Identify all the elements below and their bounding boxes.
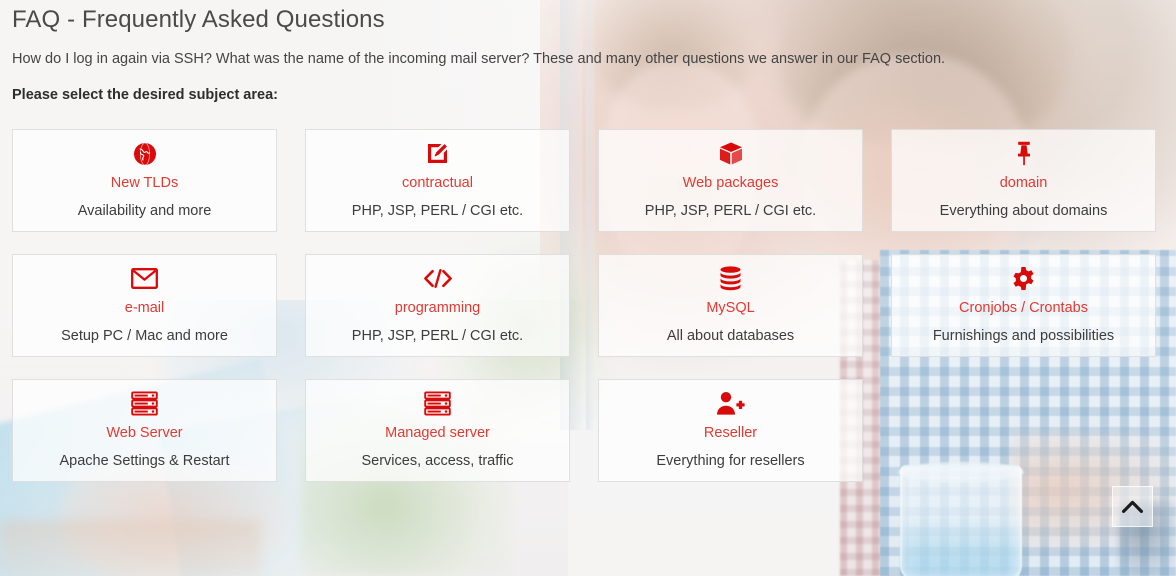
page-title: FAQ - Frequently Asked Questions [12,6,385,33]
subject-card-subtitle: Availability and more [77,203,212,220]
pencil-square-icon [425,139,450,169]
subject-card[interactable]: e-mail Setup PC / Mac and more [12,253,277,357]
globe-icon [133,139,157,169]
subject-card-subtitle: Setup PC / Mac and more [61,328,228,345]
select-subject-label: Please select the desired subject area: [12,86,278,103]
subject-card-subtitle: Apache Settings & Restart [59,453,230,470]
scroll-to-top-button[interactable] [1112,486,1153,527]
subject-card[interactable]: programming PHP, JSP, PERL / CGI etc. [305,253,570,357]
subject-card[interactable]: Web Server Apache Settings & Restart [12,378,277,482]
subject-card-subtitle: Furnishings and possibilities [932,328,1115,345]
subject-card[interactable]: contractual PHP, JSP, PERL / CGI etc. [305,128,570,232]
subject-card[interactable]: domain Everything about domains [891,128,1156,232]
subject-card-title: New TLDs [110,174,179,191]
subject-card-subtitle: All about databases [666,328,795,345]
faq-page: FAQ - Frequently Asked Questions How do … [0,0,1176,576]
subject-card-title: Web packages [682,174,779,191]
subject-card-subtitle: PHP, JSP, PERL / CGI etc. [351,328,524,345]
subject-card-title: programming [394,299,481,316]
subject-card-title: Cronjobs / Crontabs [959,299,1088,316]
subject-card-title: e-mail [124,299,165,316]
subject-card-subtitle: Everything for resellers [656,453,805,470]
subject-card[interactable]: Managed server Services, access, traffic [305,378,570,482]
gear-icon [1011,264,1036,294]
subject-card-title: Managed server [385,424,490,441]
subject-card[interactable]: Web packages PHP, JSP, PERL / CGI etc. [598,128,863,232]
subject-card[interactable]: New TLDs Availability and more [12,128,277,232]
server-icon [131,389,158,419]
subject-card[interactable]: Reseller Everything for resellers [598,378,863,482]
subject-card[interactable]: Cronjobs / Crontabs Furnishings and possi… [891,253,1156,357]
database-icon [719,264,742,294]
subject-card-title: contractual [402,174,473,191]
user-plus-icon [716,389,745,419]
subject-card-subtitle: Everything about domains [939,203,1108,220]
subject-card-subtitle: PHP, JSP, PERL / CGI etc. [644,203,817,220]
code-tags-icon [423,264,453,294]
subject-card-title: Web Server [106,424,183,441]
subject-card[interactable]: MySQL All about databases [598,253,863,357]
subject-card-title: MySQL [706,299,755,316]
box-3d-icon [718,139,744,169]
subject-card-title: domain [999,174,1048,191]
subject-card-title: Reseller [703,424,758,441]
subject-area-grid: New TLDs Availability and more contractual… [12,128,1164,482]
server-icon [424,389,451,419]
subject-card-subtitle: Services, access, traffic [361,453,514,470]
pushpin-icon [1015,139,1033,169]
faq-content: FAQ - Frequently Asked Questions How do … [0,0,1176,482]
subject-card-subtitle: PHP, JSP, PERL / CGI etc. [351,203,524,220]
intro-text: How do I log in again via SSH? What was … [12,51,946,67]
envelope-icon [131,264,158,294]
chevron-up-icon [1122,500,1143,513]
